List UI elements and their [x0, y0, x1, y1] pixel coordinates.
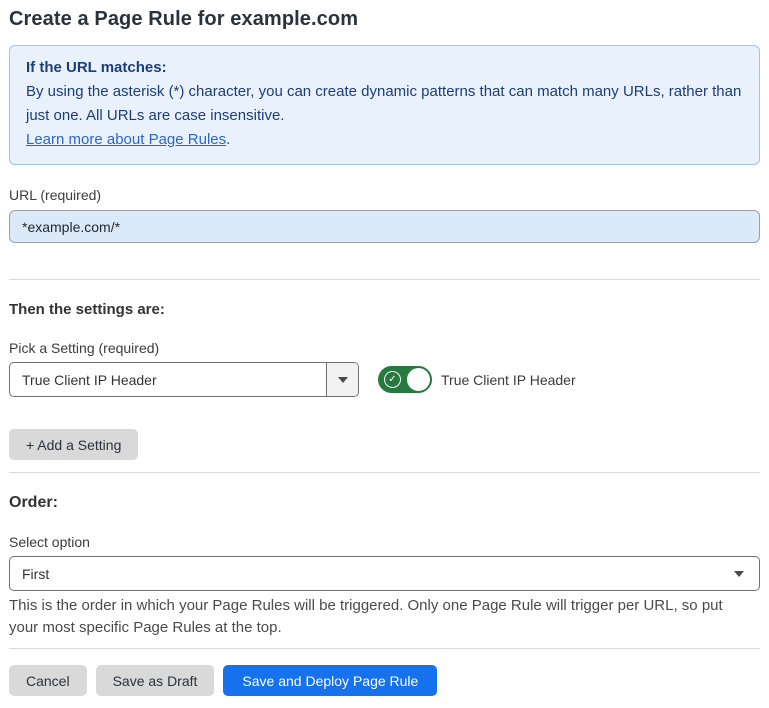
check-icon: ✓: [384, 371, 401, 388]
cancel-button[interactable]: Cancel: [9, 665, 87, 696]
toggle-knob: [407, 368, 430, 391]
info-box-body: By using the asterisk (*) character, you…: [26, 80, 743, 128]
save-as-draft-button[interactable]: Save as Draft: [96, 665, 215, 696]
toggle-label: True Client IP Header: [441, 372, 576, 388]
settings-section-heading: Then the settings are:: [9, 301, 760, 318]
divider: [9, 472, 760, 473]
footer-actions: Cancel Save as Draft Save and Deploy Pag…: [9, 665, 760, 696]
divider: [9, 279, 760, 280]
divider: [9, 648, 760, 649]
url-input[interactable]: [9, 210, 760, 243]
link-period: .: [226, 131, 230, 148]
order-select[interactable]: First: [9, 556, 760, 591]
order-section-heading: Order:: [9, 494, 760, 512]
true-client-ip-toggle[interactable]: ✓: [378, 366, 432, 393]
setting-row: True Client IP Header ✓ True Client IP H…: [9, 362, 760, 397]
save-and-deploy-button[interactable]: Save and Deploy Page Rule: [223, 665, 437, 696]
chevron-down-icon: [734, 571, 744, 577]
setting-select[interactable]: True Client IP Header: [9, 362, 359, 397]
setting-select-value: True Client IP Header: [10, 363, 326, 396]
url-match-info-box: If the URL matches: By using the asteris…: [9, 45, 760, 165]
add-setting-button[interactable]: + Add a Setting: [9, 429, 138, 460]
create-page-rule-form: Create a Page Rule for example.com If th…: [0, 8, 769, 696]
info-box-heading: If the URL matches:: [26, 56, 743, 80]
learn-more-link[interactable]: Learn more about Page Rules: [26, 131, 226, 148]
setting-select-arrow-button[interactable]: [326, 363, 358, 396]
info-box-link-line: Learn more about Page Rules.: [26, 128, 743, 152]
order-select-label: Select option: [9, 534, 760, 550]
pick-setting-label: Pick a Setting (required): [9, 340, 760, 356]
chevron-down-icon: [338, 377, 348, 383]
page-title: Create a Page Rule for example.com: [9, 8, 760, 31]
url-field-label: URL (required): [9, 187, 760, 203]
order-help-text: This is the order in which your Page Rul…: [9, 595, 749, 639]
order-select-value: First: [22, 566, 49, 582]
